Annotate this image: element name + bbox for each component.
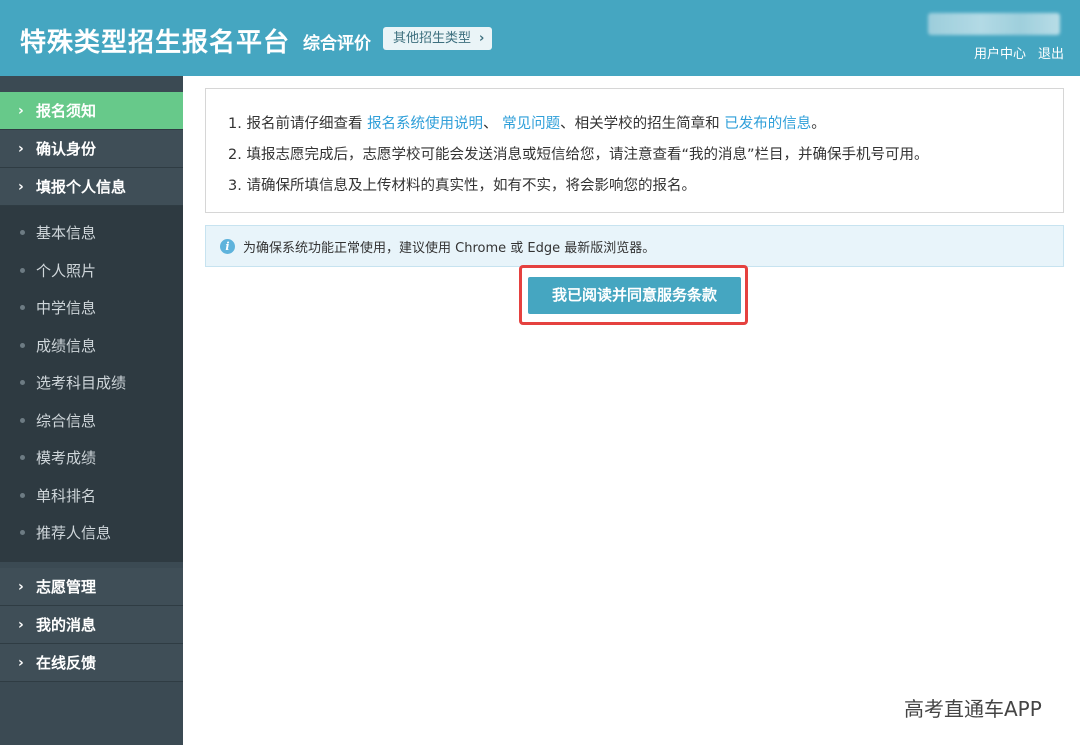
bullet-icon xyxy=(20,305,25,311)
submenu-label: 基本信息 xyxy=(36,224,97,243)
chevron-right-icon: › xyxy=(18,178,24,195)
info-icon: i xyxy=(220,238,235,254)
bullet-icon xyxy=(20,492,25,498)
faq-link[interactable]: 常见问题 xyxy=(502,116,560,132)
submenu-label: 模考成绩 xyxy=(36,449,97,468)
bullet-icon xyxy=(20,230,25,236)
user-center-link[interactable]: 用户中心 xyxy=(974,43,1026,62)
bullet-icon xyxy=(20,342,25,348)
bullet-icon xyxy=(20,455,25,461)
sidebar-item-feedback[interactable]: › 在线反馈 xyxy=(0,644,183,682)
browser-tip-text: 为确保系统功能正常使用，建议使用 Chrome 或 Edge 最新版浏览器。 xyxy=(243,240,656,256)
personal-info-submenu: 基本信息 个人照片 中学信息 成绩信息 选考科目成绩 综合信息 模考成绩 单科排… xyxy=(0,206,183,562)
chevron-right-icon: › xyxy=(18,654,24,671)
submenu-item-mock-exam[interactable]: 模考成绩 xyxy=(0,439,183,477)
submenu-label: 中学信息 xyxy=(36,299,97,318)
bullet-icon xyxy=(20,530,25,536)
notice-line-3: 3. 请确保所填信息及上传材料的真实性，如有不实，将会影响您的报名。 xyxy=(228,178,696,194)
top-header: 特殊类型招生报名平台 综合评价 其他招生类型 › 用户中心 退出 xyxy=(0,0,1080,76)
sidebar-item-label: 在线反馈 xyxy=(36,654,97,672)
chevron-right-icon: › xyxy=(18,102,24,119)
blurred-username xyxy=(928,13,1060,35)
other-types-button[interactable]: 其他招生类型 › xyxy=(383,27,493,50)
bullet-icon xyxy=(20,417,25,423)
submenu-item-basic-info[interactable]: 基本信息 xyxy=(0,214,183,252)
sidebar: › 报名须知 › 确认身份 › 填报个人信息 基本信息 个人照片 中学信息 成绩… xyxy=(0,76,183,745)
submenu-label: 成绩信息 xyxy=(36,336,97,355)
sidebar-item-label: 确认身份 xyxy=(36,140,97,158)
sidebar-item-label: 报名须知 xyxy=(36,102,97,120)
logout-link[interactable]: 退出 xyxy=(1038,43,1064,62)
submenu-item-comprehensive-info[interactable]: 综合信息 xyxy=(0,402,183,440)
chevron-right-icon: › xyxy=(18,616,24,633)
sidebar-item-notice[interactable]: › 报名须知 xyxy=(0,92,183,130)
sidebar-item-personal-info[interactable]: › 填报个人信息 xyxy=(0,168,183,206)
submenu-label: 选考科目成绩 xyxy=(36,374,127,393)
chevron-right-icon: › xyxy=(18,140,24,157)
submenu-item-recommender[interactable]: 推荐人信息 xyxy=(0,514,183,552)
sidebar-item-label: 填报个人信息 xyxy=(36,178,127,196)
bullet-icon xyxy=(20,380,25,386)
notice-line-2: 2. 填报志愿完成后，志愿学校可能会发送消息或短信给您，请注意查看“我的消息”栏… xyxy=(228,147,929,163)
submenu-item-grades[interactable]: 成绩信息 xyxy=(0,327,183,365)
submenu-item-elective-grades[interactable]: 选考科目成绩 xyxy=(0,364,183,402)
submenu-item-school-info[interactable]: 中学信息 xyxy=(0,289,183,327)
sidebar-item-label: 志愿管理 xyxy=(36,578,97,596)
other-types-label: 其他招生类型 xyxy=(393,31,472,46)
sidebar-item-confirm-identity[interactable]: › 确认身份 xyxy=(0,130,183,168)
sidebar-item-messages[interactable]: › 我的消息 xyxy=(0,606,183,644)
browser-tip: i 为确保系统功能正常使用，建议使用 Chrome 或 Edge 最新版浏览器。 xyxy=(205,225,1064,267)
app-title: 特殊类型招生报名平台 xyxy=(20,28,291,58)
submenu-label: 推荐人信息 xyxy=(36,524,112,543)
submenu-label: 个人照片 xyxy=(36,261,97,280)
submenu-label: 单科排名 xyxy=(36,486,97,505)
submenu-label: 综合信息 xyxy=(36,411,97,430)
notice-box: 1. 报名前请仔细查看 报名系统使用说明、 常见问题、相关学校的招生简章和 已发… xyxy=(205,88,1064,213)
chevron-right-icon: › xyxy=(479,31,485,46)
category-title: 综合评价 xyxy=(303,34,371,54)
notice-line-1: 1. 报名前请仔细查看 报名系统使用说明、 常见问题、相关学校的招生简章和 已发… xyxy=(228,116,826,132)
sidebar-bottom-group: › 志愿管理 › 我的消息 › 在线反馈 xyxy=(0,568,183,682)
chevron-right-icon: › xyxy=(18,578,24,595)
bullet-icon xyxy=(20,267,25,273)
submenu-item-subject-rank[interactable]: 单科排名 xyxy=(0,477,183,515)
submenu-item-photo[interactable]: 个人照片 xyxy=(0,252,183,290)
manual-link[interactable]: 报名系统使用说明 xyxy=(367,116,483,132)
watermark: 高考直通车APP xyxy=(904,697,1042,721)
published-info-link[interactable]: 已发布的信息 xyxy=(724,116,811,132)
sidebar-item-volunteer[interactable]: › 志愿管理 xyxy=(0,568,183,606)
sidebar-item-label: 我的消息 xyxy=(36,616,97,634)
agree-terms-button[interactable]: 我已阅读并同意服务条款 xyxy=(528,277,741,314)
